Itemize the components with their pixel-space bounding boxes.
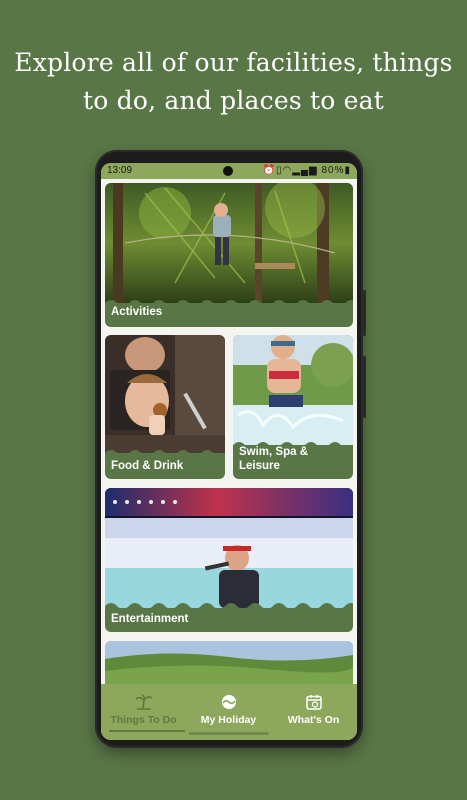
active-tab-indicator — [109, 730, 185, 732]
entertainment-label: Entertainment — [111, 613, 189, 625]
app-screen: 13:09 ⏰▯◠▂▄▆ 80%▮ Activities Food & Drin… — [101, 163, 357, 740]
food-drink-label: Food & Drink — [111, 460, 184, 472]
headline-line-1: Explore all of our facilities, things — [14, 48, 453, 77]
activities-photo — [105, 183, 353, 303]
home-indicator[interactable] — [189, 732, 269, 735]
swim-label-line-2: Leisure — [239, 460, 280, 472]
entertainment-photo — [105, 488, 353, 608]
front-camera — [223, 166, 233, 176]
category-grid: Activities Food & Drink Swim, Spa & Leis… — [101, 179, 357, 684]
swim-label-line-1: Swim, Spa & — [239, 446, 309, 458]
signal-icon: ▂▄▆ — [292, 165, 318, 176]
palm-tree-icon — [135, 694, 153, 710]
headline-line-2: to do, and places to eat — [82, 86, 385, 115]
nav-whats-on[interactable]: What's On — [271, 684, 356, 732]
alarm-icon: ⏰ — [262, 165, 276, 176]
next-category-card[interactable] — [105, 641, 353, 684]
wave-circle-icon — [222, 695, 236, 709]
bottom-navigation: Things To Do My Holiday What's On — [101, 684, 357, 740]
nav-things-to-do-label: Things To Do — [110, 714, 177, 726]
food-drink-photo — [105, 335, 225, 453]
battery-text: 80% — [321, 165, 345, 176]
wifi-icon: ◠ — [282, 165, 293, 176]
swim-spa-leisure-photo — [233, 335, 353, 445]
battery-icon: ▮ — [344, 165, 351, 176]
swim-spa-leisure-card[interactable]: Swim, Spa & Leisure — [233, 335, 353, 479]
entertainment-wave-divider — [105, 603, 353, 610]
food-drink-card[interactable]: Food & Drink — [105, 335, 225, 479]
status-time: 13:09 — [107, 165, 133, 176]
entertainment-card[interactable]: Entertainment — [105, 488, 353, 632]
status-bar: 13:09 ⏰▯◠▂▄▆ 80%▮ — [101, 163, 357, 179]
nav-my-holiday-label: My Holiday — [200, 714, 257, 726]
food-drink-wave-divider — [105, 450, 225, 457]
nav-my-holiday[interactable]: My Holiday — [186, 684, 271, 732]
activities-card[interactable]: Activities — [105, 183, 353, 327]
volume-button — [363, 356, 366, 418]
phone-frame: 13:09 ⏰▯◠▂▄▆ 80%▮ Activities Food & Drin… — [95, 150, 366, 748]
nav-whats-on-label: What's On — [287, 714, 340, 726]
status-icons: ⏰▯◠▂▄▆ 80%▮ — [263, 165, 351, 176]
nav-things-to-do[interactable]: Things To Do — [101, 684, 186, 732]
activities-label: Activities — [111, 306, 163, 318]
power-button — [363, 290, 366, 336]
calendar-icon — [306, 695, 322, 710]
swim-spa-leisure-label: Swim, Spa & Leisure — [239, 445, 308, 473]
landscape-photo — [105, 641, 353, 684]
headline: Explore all of our facilities, things to… — [0, 44, 467, 120]
